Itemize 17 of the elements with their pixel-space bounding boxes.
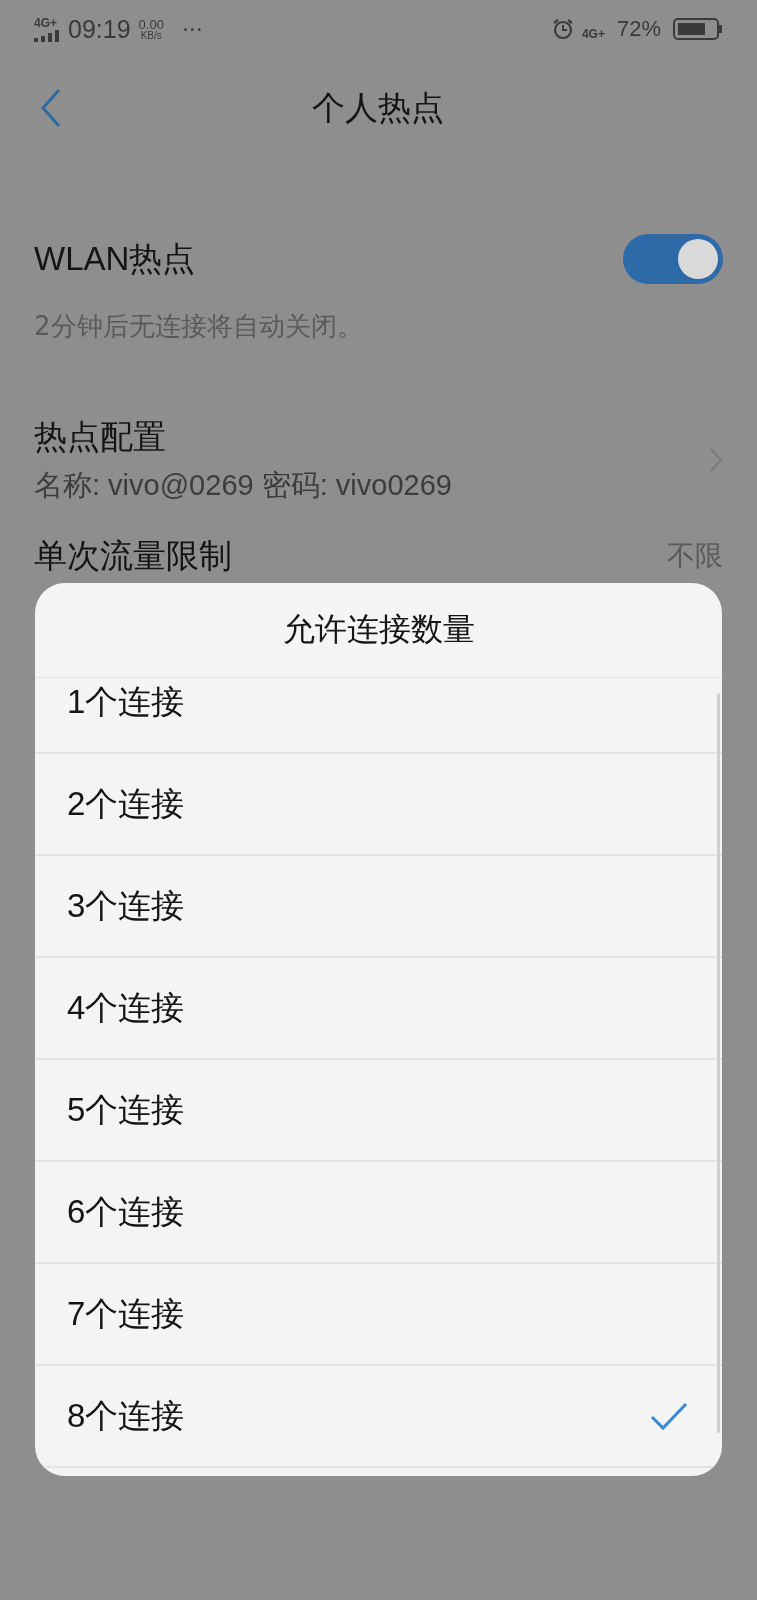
page-title: 个人热点: [311, 86, 445, 129]
battery-icon: [673, 17, 723, 41]
network-type: 4G+: [34, 16, 57, 29]
speed-unit: KB/s: [140, 30, 162, 41]
speed-value: 0.00: [138, 17, 164, 31]
battery-percent: 72%: [616, 16, 661, 42]
setting-label: WLAN热点: [34, 238, 196, 279]
alarm-icon: [551, 18, 574, 40]
setting-detail: 名称: vivo@0269 密码: vivo0269: [34, 467, 452, 503]
signal-icon: [34, 29, 60, 42]
toggle-switch[interactable]: [623, 234, 723, 284]
dialog-title: 允许连接数量: [35, 583, 722, 678]
network-type: 4G+: [581, 28, 605, 40]
clock-time: 09:19: [68, 14, 131, 44]
more-dots: ···: [181, 16, 203, 42]
setting-label: 热点配置: [34, 416, 167, 457]
setting-label: 单次流量限制: [34, 535, 232, 576]
